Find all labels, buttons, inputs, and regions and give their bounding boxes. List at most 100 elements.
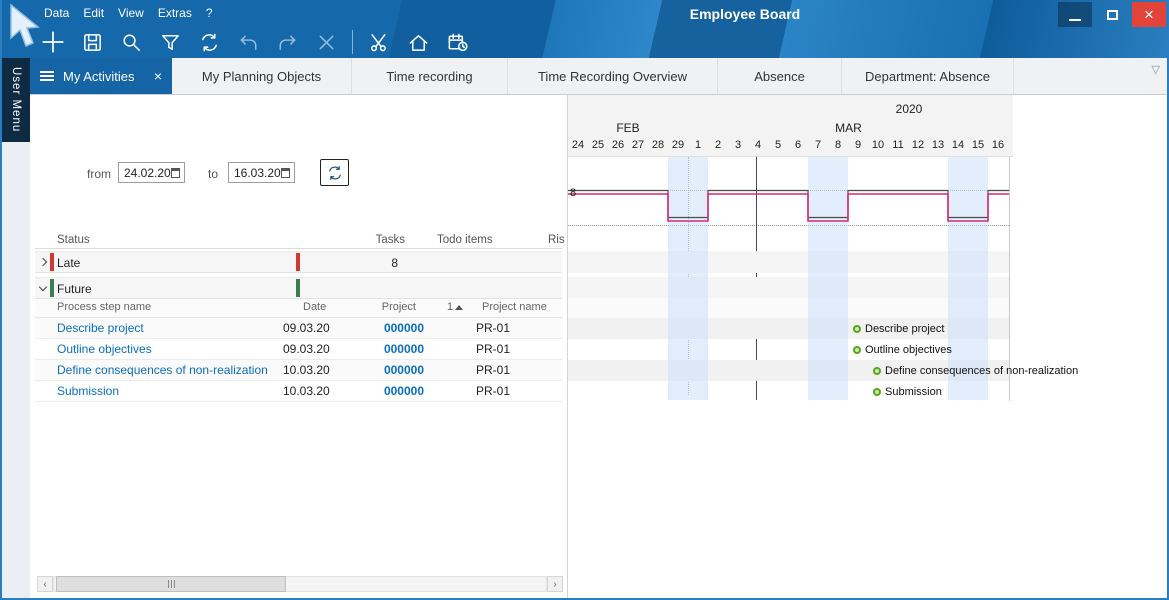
- milestone-define-consequences-of-non-realization[interactable]: Define consequences of non-realization: [873, 360, 1078, 381]
- to-date-value: 16.03.20: [234, 166, 281, 180]
- gantt-day-label: 27: [628, 139, 648, 151]
- milestone-dot-icon: [853, 346, 861, 354]
- column-header-date[interactable]: Date: [303, 301, 326, 313]
- expand-chevron-icon[interactable]: [39, 283, 47, 291]
- task-row[interactable]: Outline objectives09.03.20000000PR-01: [35, 339, 562, 360]
- task-name-link[interactable]: Submission: [57, 384, 119, 398]
- milestone-dot-icon: [873, 388, 881, 396]
- gantt-row-stripe: [568, 251, 1009, 273]
- menu-data[interactable]: Data: [44, 6, 69, 20]
- milestone-label: Define consequences of non-realization: [885, 365, 1078, 377]
- gantt-day-label: 3: [728, 139, 748, 151]
- filter-icon: [159, 31, 182, 54]
- tab-overflow-chevron-icon[interactable]: ▽: [1152, 63, 1160, 76]
- column-header-project[interactable]: Project: [330, 301, 416, 313]
- scrollbar-thumb[interactable]: [56, 576, 286, 592]
- gantt-year-label: 2020: [809, 102, 1009, 116]
- gantt-day-label: 5: [768, 139, 788, 151]
- task-name-link[interactable]: Outline objectives: [57, 342, 152, 356]
- close-button[interactable]: ×: [1132, 2, 1166, 27]
- user-menu-tab[interactable]: User Menu: [2, 58, 30, 142]
- gantt-panel: 2020 FEB MAR 242526272829123456789101112…: [567, 95, 1167, 598]
- project-number-link[interactable]: 000000: [330, 363, 424, 377]
- gantt-day-label: 11: [888, 139, 908, 151]
- detail-header-row: Process step name Date Project 1 Project…: [35, 298, 562, 318]
- task-name-link[interactable]: Describe project: [57, 321, 144, 335]
- tab-time-recording[interactable]: Time recording: [352, 58, 508, 94]
- milestone-submission[interactable]: Submission: [873, 381, 942, 402]
- search-icon: [120, 31, 143, 54]
- tab-department-absence[interactable]: Department: Absence: [842, 58, 1014, 94]
- scroll-right-button[interactable]: ›: [547, 576, 563, 592]
- tab-time-recording-overview[interactable]: Time Recording Overview: [508, 58, 718, 94]
- tab-label: Absence: [754, 69, 805, 84]
- save-button[interactable]: [79, 29, 105, 55]
- redo-button[interactable]: [274, 29, 300, 55]
- app-title: Employee Board: [640, 6, 850, 22]
- task-row[interactable]: Define consequences of non-realization10…: [35, 360, 562, 381]
- scrollbar-track[interactable]: [53, 576, 547, 592]
- group-row-late[interactable]: Late 8: [35, 251, 562, 273]
- gantt-day-label: 2: [708, 139, 728, 151]
- calendar-icon[interactable]: [281, 168, 290, 178]
- column-header-project-name[interactable]: Project name: [482, 301, 547, 313]
- project-number-link[interactable]: 000000: [330, 384, 424, 398]
- tab-close-icon[interactable]: ×: [154, 69, 162, 83]
- tab-absence[interactable]: Absence: [718, 58, 842, 94]
- cut-button[interactable]: [366, 29, 392, 55]
- calendar-icon[interactable]: [171, 168, 180, 178]
- search-button[interactable]: [118, 29, 144, 55]
- column-header-tasks[interactable]: Tasks: [330, 234, 405, 246]
- app-window: Data Edit View Extras? Employee Board × Use…: [0, 0, 1169, 600]
- menu-help[interactable]: ?: [206, 6, 213, 20]
- home-button[interactable]: [405, 29, 431, 55]
- gantt-day-label: 26: [608, 139, 628, 151]
- gantt-day-label: 6: [788, 139, 808, 151]
- column-header-todo-items[interactable]: Todo items: [437, 234, 493, 246]
- refresh-icon: [326, 164, 344, 182]
- tab-label: My Planning Objects: [202, 69, 321, 84]
- menu-edit[interactable]: Edit: [83, 6, 104, 20]
- capacity-lines-svg: [568, 157, 1009, 237]
- group-tasks-count: 8: [330, 256, 398, 270]
- milestone-label: Outline objectives: [865, 344, 952, 356]
- tab-my-activities[interactable]: My Activities ×: [30, 58, 172, 94]
- task-row[interactable]: Describe project09.03.20000000PR-01: [35, 318, 562, 339]
- menu-extras[interactable]: Extras: [158, 6, 192, 20]
- capacity-chart: [568, 157, 1009, 237]
- planning-calendar-icon: [446, 31, 469, 54]
- milestone-outline-objectives[interactable]: Outline objectives: [853, 339, 952, 360]
- maximize-button[interactable]: [1095, 2, 1129, 27]
- apply-date-range-button[interactable]: [320, 159, 349, 186]
- save-icon: [81, 31, 104, 54]
- refresh-button[interactable]: [196, 29, 222, 55]
- milestone-describe-project[interactable]: Describe project: [853, 318, 944, 339]
- project-number-link[interactable]: 000000: [330, 342, 424, 356]
- menu-view[interactable]: View: [118, 6, 144, 20]
- gantt-day-label: 25: [588, 139, 608, 151]
- expand-chevron-icon[interactable]: [39, 258, 47, 266]
- group-label: Late: [57, 256, 80, 270]
- minimize-button[interactable]: [1058, 2, 1092, 27]
- toolbar-separator: [352, 30, 353, 54]
- to-date-field[interactable]: 16.03.20: [228, 162, 295, 183]
- tab-label: Time recording: [386, 69, 472, 84]
- delete-button[interactable]: [313, 29, 339, 55]
- scroll-left-button[interactable]: ‹: [37, 576, 53, 592]
- column-header-risks[interactable]: Ris: [548, 234, 565, 246]
- user-menu-label: User Menu: [10, 67, 22, 132]
- group-row-future[interactable]: Future: [35, 277, 562, 299]
- planning-calendar-button[interactable]: [444, 29, 470, 55]
- project-number-link[interactable]: 000000: [330, 321, 424, 335]
- milestone-label: Submission: [885, 386, 942, 398]
- task-row[interactable]: Submission10.03.20000000PR-01: [35, 381, 562, 402]
- undo-button[interactable]: [235, 29, 261, 55]
- task-name-link[interactable]: Define consequences of non-realization: [57, 363, 268, 377]
- undo-icon: [237, 31, 260, 54]
- tab-my-planning-objects[interactable]: My Planning Objects: [172, 58, 352, 94]
- tab-label: My Activities: [63, 69, 135, 84]
- column-header-process-step-name[interactable]: Process step name: [57, 301, 151, 313]
- filter-button[interactable]: [157, 29, 183, 55]
- column-header-status[interactable]: Status: [57, 234, 90, 246]
- from-date-field[interactable]: 24.02.20: [118, 162, 185, 183]
